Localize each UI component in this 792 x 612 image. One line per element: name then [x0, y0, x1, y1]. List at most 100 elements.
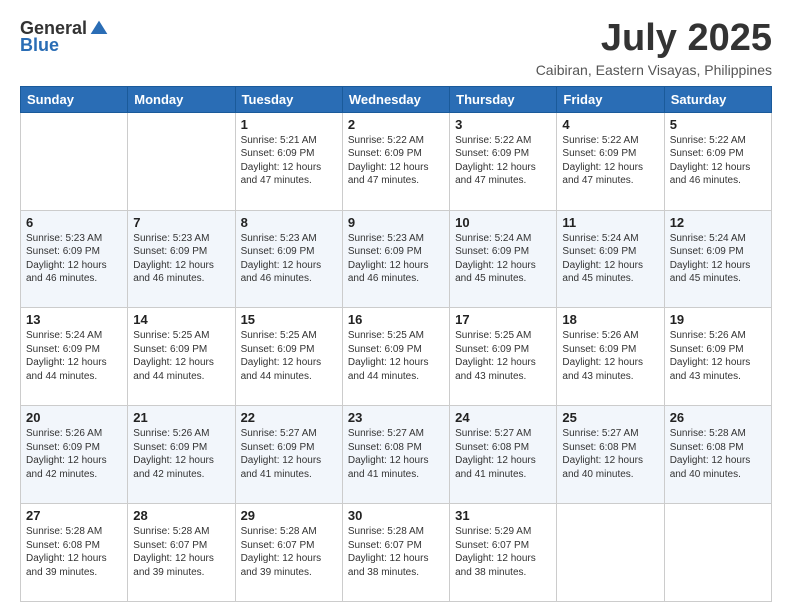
table-row: 30 Sunrise: 5:28 AMSunset: 6:07 PMDayligh… [342, 504, 449, 602]
page: General Blue July 2025 Caibiran, Eastern… [0, 0, 792, 612]
day-info: Sunrise: 5:23 AMSunset: 6:09 PMDaylight:… [26, 232, 122, 286]
table-row: 2Sunrise: 5:22 AMSunset: 6:09 PMDaylight… [342, 112, 449, 210]
day-number: 1 [241, 117, 337, 132]
table-row: 4Sunrise: 5:22 AMSunset: 6:09 PMDaylight… [557, 112, 664, 210]
day-info: Sunrise: 5:24 AMSunset: 6:09 PMDaylight:… [455, 232, 551, 286]
col-wednesday: Wednesday [342, 86, 449, 112]
day-number: 5 [670, 117, 766, 132]
table-row [664, 504, 771, 602]
table-row: 11Sunrise: 5:24 AMSunset: 6:09 PMDayligh… [557, 210, 664, 308]
table-row: 13Sunrise: 5:24 AMSunset: 6:09 PMDayligh… [21, 308, 128, 406]
day-info: Sunrise: 5:23 AMSunset: 6:09 PMDaylight:… [133, 232, 229, 286]
day-info: Sunrise: 5:26 AMSunset: 6:09 PMDaylight:… [26, 427, 122, 481]
day-number: 19 [670, 312, 766, 327]
day-number: 17 [455, 312, 551, 327]
day-info: Sunrise: 5:28 AMSunset: 6:07 PMDaylight:… [241, 525, 337, 579]
table-row: 15Sunrise: 5:25 AMSunset: 6:09 PMDayligh… [235, 308, 342, 406]
day-info: Sunrise: 5:29 AMSunset: 6:07 PMDaylight:… [455, 525, 551, 579]
day-number: 12 [670, 215, 766, 230]
calendar-week-row: 13Sunrise: 5:24 AMSunset: 6:09 PMDayligh… [21, 308, 772, 406]
table-row: 17 Sunrise: 5:25 AMSunset: 6:09 PMDayligh… [450, 308, 557, 406]
day-info: Sunrise: 5:28 AMSunset: 6:07 PMDaylight:… [348, 525, 444, 579]
table-row: 26 Sunrise: 5:28 AMSunset: 6:08 PMDayligh… [664, 406, 771, 504]
day-number: 30 [348, 508, 444, 523]
table-row [21, 112, 128, 210]
day-info: Sunrise: 5:22 AMSunset: 6:09 PMDaylight:… [348, 134, 444, 188]
table-row: 23Sunrise: 5:27 AMSunset: 6:08 PMDayligh… [342, 406, 449, 504]
day-number: 8 [241, 215, 337, 230]
day-info: Sunrise: 5:25 AMSunset: 6:09 PMDaylight:… [133, 329, 229, 383]
day-number: 27 [26, 508, 122, 523]
logo-icon [89, 19, 109, 39]
day-number: 3 [455, 117, 551, 132]
day-info: Sunrise: 5:22 AMSunset: 6:09 PMDaylight:… [455, 134, 551, 188]
table-row: 1 Sunrise: 5:21 AMSunset: 6:09 PMDaylight… [235, 112, 342, 210]
day-number: 29 [241, 508, 337, 523]
col-friday: Friday [557, 86, 664, 112]
calendar-week-row: 27 Sunrise: 5:28 AMSunset: 6:08 PMDayligh… [21, 504, 772, 602]
day-info: Sunrise: 5:27 AMSunset: 6:09 PMDaylight:… [241, 427, 337, 481]
table-row: 9Sunrise: 5:23 AMSunset: 6:09 PMDaylight… [342, 210, 449, 308]
day-info: Sunrise: 5:21 AMSunset: 6:09 PMDaylight:… [241, 134, 337, 188]
calendar-header-row: Sunday Monday Tuesday Wednesday Thursday… [21, 86, 772, 112]
table-row: 5 Sunrise: 5:22 AMSunset: 6:09 PMDaylight… [664, 112, 771, 210]
day-info: Sunrise: 5:24 AMSunset: 6:09 PMDaylight:… [562, 232, 658, 286]
day-number: 26 [670, 410, 766, 425]
table-row: 18 Sunrise: 5:26 AMSunset: 6:09 PMDayligh… [557, 308, 664, 406]
table-row: 16 Sunrise: 5:25 AMSunset: 6:09 PMDayligh… [342, 308, 449, 406]
day-number: 22 [241, 410, 337, 425]
day-info: Sunrise: 5:27 AMSunset: 6:08 PMDaylight:… [348, 427, 444, 481]
day-info: Sunrise: 5:26 AMSunset: 6:09 PMDaylight:… [562, 329, 658, 383]
day-info: Sunrise: 5:22 AMSunset: 6:09 PMDaylight:… [562, 134, 658, 188]
day-info: Sunrise: 5:28 AMSunset: 6:08 PMDaylight:… [26, 525, 122, 579]
title-area: July 2025 Caibiran, Eastern Visayas, Phi… [536, 18, 772, 78]
table-row: 29 Sunrise: 5:28 AMSunset: 6:07 PMDayligh… [235, 504, 342, 602]
day-info: Sunrise: 5:24 AMSunset: 6:09 PMDaylight:… [670, 232, 766, 286]
day-number: 10 [455, 215, 551, 230]
day-info: Sunrise: 5:26 AMSunset: 6:09 PMDaylight:… [670, 329, 766, 383]
day-number: 14 [133, 312, 229, 327]
table-row: 6 Sunrise: 5:23 AMSunset: 6:09 PMDaylight… [21, 210, 128, 308]
day-number: 28 [133, 508, 229, 523]
day-number: 20 [26, 410, 122, 425]
logo-blue-text: Blue [20, 35, 59, 56]
table-row: 27 Sunrise: 5:28 AMSunset: 6:08 PMDayligh… [21, 504, 128, 602]
col-sunday: Sunday [21, 86, 128, 112]
day-info: Sunrise: 5:28 AMSunset: 6:08 PMDaylight:… [670, 427, 766, 481]
day-info: Sunrise: 5:25 AMSunset: 6:09 PMDaylight:… [455, 329, 551, 383]
table-row: 3 Sunrise: 5:22 AMSunset: 6:09 PMDaylight… [450, 112, 557, 210]
col-tuesday: Tuesday [235, 86, 342, 112]
subtitle: Caibiran, Eastern Visayas, Philippines [536, 62, 772, 78]
day-info: Sunrise: 5:22 AMSunset: 6:09 PMDaylight:… [670, 134, 766, 188]
day-number: 7 [133, 215, 229, 230]
logo: General Blue [20, 18, 109, 56]
col-monday: Monday [128, 86, 235, 112]
day-info: Sunrise: 5:26 AMSunset: 6:09 PMDaylight:… [133, 427, 229, 481]
table-row: 12 Sunrise: 5:24 AMSunset: 6:09 PMDayligh… [664, 210, 771, 308]
header: General Blue July 2025 Caibiran, Eastern… [20, 18, 772, 78]
day-info: Sunrise: 5:23 AMSunset: 6:09 PMDaylight:… [348, 232, 444, 286]
table-row: 14 Sunrise: 5:25 AMSunset: 6:09 PMDayligh… [128, 308, 235, 406]
day-info: Sunrise: 5:25 AMSunset: 6:09 PMDaylight:… [348, 329, 444, 383]
table-row: 22 Sunrise: 5:27 AMSunset: 6:09 PMDayligh… [235, 406, 342, 504]
table-row: 28 Sunrise: 5:28 AMSunset: 6:07 PMDayligh… [128, 504, 235, 602]
col-saturday: Saturday [664, 86, 771, 112]
day-info: Sunrise: 5:28 AMSunset: 6:07 PMDaylight:… [133, 525, 229, 579]
table-row: 10 Sunrise: 5:24 AMSunset: 6:09 PMDayligh… [450, 210, 557, 308]
table-row: 19 Sunrise: 5:26 AMSunset: 6:09 PMDayligh… [664, 308, 771, 406]
calendar-week-row: 6 Sunrise: 5:23 AMSunset: 6:09 PMDaylight… [21, 210, 772, 308]
day-number: 24 [455, 410, 551, 425]
day-number: 18 [562, 312, 658, 327]
day-number: 6 [26, 215, 122, 230]
table-row: 25Sunrise: 5:27 AMSunset: 6:08 PMDayligh… [557, 406, 664, 504]
day-number: 16 [348, 312, 444, 327]
day-number: 25 [562, 410, 658, 425]
table-row: 21 Sunrise: 5:26 AMSunset: 6:09 PMDayligh… [128, 406, 235, 504]
calendar-week-row: 20 Sunrise: 5:26 AMSunset: 6:09 PMDayligh… [21, 406, 772, 504]
table-row: 7 Sunrise: 5:23 AMSunset: 6:09 PMDaylight… [128, 210, 235, 308]
col-thursday: Thursday [450, 86, 557, 112]
day-info: Sunrise: 5:25 AMSunset: 6:09 PMDaylight:… [241, 329, 337, 383]
day-info: Sunrise: 5:27 AMSunset: 6:08 PMDaylight:… [455, 427, 551, 481]
day-number: 21 [133, 410, 229, 425]
table-row: 31Sunrise: 5:29 AMSunset: 6:07 PMDayligh… [450, 504, 557, 602]
